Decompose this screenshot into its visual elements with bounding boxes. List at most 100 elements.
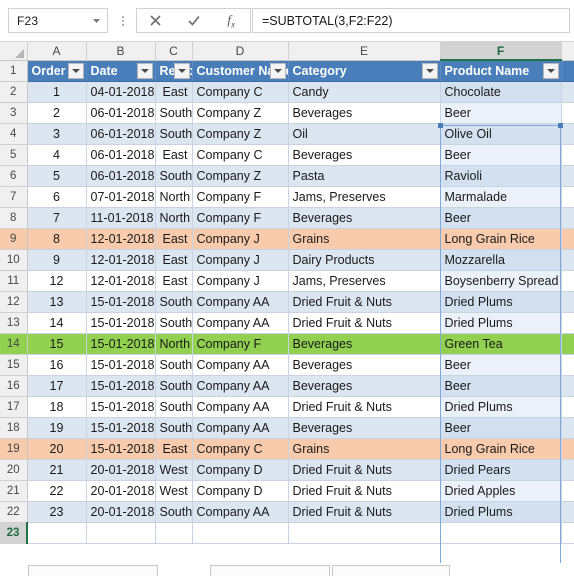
column-header-F[interactable]: F [440,42,562,61]
cell-C6[interactable]: South [155,165,193,187]
cell-F19[interactable]: Long Grain Rice [440,438,562,460]
cell-F21[interactable]: Dried Apples [440,480,562,502]
cell-D3[interactable]: Company Z [192,102,289,124]
cell-F7[interactable]: Marmalade [440,186,562,208]
row-header-13[interactable]: 13 [0,312,28,334]
cell-A15[interactable]: 16 [27,354,87,376]
row-header-20[interactable]: 20 [0,459,28,481]
cell-C23[interactable] [155,522,193,544]
cell-E14[interactable]: Beverages [288,333,441,355]
cell-C4[interactable]: South [155,123,193,145]
cell-B3[interactable]: 06-01-2018 [86,102,156,124]
cell-A21[interactable]: 22 [27,480,87,502]
cell-C2[interactable]: East [155,81,193,103]
cell-C16[interactable]: South [155,375,193,397]
cell-F20[interactable]: Dried Pears [440,459,562,481]
table-row[interactable]: 20 21 20-01-2018 West Company D Dried Fruit &… [0,459,574,481]
row-header-3[interactable]: 3 [0,102,28,124]
cell-A3[interactable]: 2 [27,102,87,124]
filter-button-region[interactable] [173,62,190,79]
cell-A8[interactable]: 7 [27,207,87,229]
cell-F15[interactable]: Beer [440,354,562,376]
cell-B7[interactable]: 07-01-2018 [86,186,156,208]
filter-button-customer-name[interactable] [269,62,286,79]
name-box[interactable]: F23 [8,8,108,33]
cell-F14[interactable]: Green Tea [440,333,562,355]
cell-D10[interactable]: Company J [192,249,289,271]
cell-B22[interactable]: 20-01-2018 [86,501,156,523]
table-row[interactable]: 19 20 15-01-2018 East Company C Grains Long Gr… [0,438,574,460]
row-header-9[interactable]: 9 [0,228,28,250]
table-row[interactable]: 5 4 06-01-2018 East Company C Beverages Beer [0,144,574,166]
cell-D20[interactable]: Company D [192,459,289,481]
cancel-button[interactable] [137,9,175,32]
column-header-D[interactable]: D [192,42,289,61]
column-header-A[interactable]: A [27,42,87,61]
table-row[interactable]: 9 8 12-01-2018 East Company J Grains Long Grai… [0,228,574,250]
chevron-down-icon[interactable] [89,9,103,32]
filter-button-date[interactable] [136,62,153,79]
cell-A19[interactable]: 20 [27,438,87,460]
row-header-10[interactable]: 10 [0,249,28,271]
cell-A20[interactable]: 21 [27,459,87,481]
cell-B4[interactable]: 06-01-2018 [86,123,156,145]
cell-A16[interactable]: 17 [27,375,87,397]
table-row[interactable]: 3 2 06-01-2018 South Company Z Beverages Beer [0,102,574,124]
cell-A4[interactable]: 3 [27,123,87,145]
more-vertical-icon[interactable] [119,13,127,29]
cell-D18[interactable]: Company AA [192,417,289,439]
cell-F13[interactable]: Dried Plums [440,312,562,334]
cell-F16[interactable]: Beer [440,375,562,397]
cell-E7[interactable]: Jams, Preserves [288,186,441,208]
cell-D6[interactable]: Company Z [192,165,289,187]
table-row[interactable]: 21 22 20-01-2018 West Company D Dried Fruit &… [0,480,574,502]
row-header-7[interactable]: 7 [0,186,28,208]
cell-C18[interactable]: South [155,417,193,439]
column-header-E[interactable]: E [288,42,441,61]
cell-F18[interactable]: Beer [440,417,562,439]
cell-C22[interactable]: South [155,501,193,523]
worksheet-grid[interactable]: A B C D E F 1 Order Date Region Custom [0,42,574,576]
sheet-tab-1[interactable] [28,565,158,576]
row-header-16[interactable]: 16 [0,375,28,397]
cell-E4[interactable]: Oil [288,123,441,145]
row-header-6[interactable]: 6 [0,165,28,187]
cell-E3[interactable]: Beverages [288,102,441,124]
filter-button-product-name[interactable] [542,63,559,79]
cell-F11[interactable]: Boysenberry Spread [440,270,562,292]
cell-E9[interactable]: Grains [288,228,441,250]
cell-C12[interactable]: South [155,291,193,313]
table-header-date[interactable]: Date [86,60,156,82]
select-all-corner[interactable] [0,42,28,61]
cell-A10[interactable]: 9 [27,249,87,271]
cell-C14[interactable]: North [155,333,193,355]
cell-E16[interactable]: Beverages [288,375,441,397]
cell-C7[interactable]: North [155,186,193,208]
insert-function-button[interactable]: fx [212,9,250,32]
cell-D5[interactable]: Company C [192,144,289,166]
row-header-2[interactable]: 2 [0,81,28,103]
row-header-5[interactable]: 5 [0,144,28,166]
row-header-4[interactable]: 4 [0,123,28,145]
cell-F6[interactable]: Ravioli [440,165,562,187]
cell-E5[interactable]: Beverages [288,144,441,166]
column-header-C[interactable]: C [155,42,193,61]
cell-C11[interactable]: East [155,270,193,292]
cell-F3[interactable]: Beer [440,102,562,124]
cell-B10[interactable]: 12-01-2018 [86,249,156,271]
table-header-customer-name[interactable]: Customer Name [192,60,289,82]
cell-B15[interactable]: 15-01-2018 [86,354,156,376]
cell-E11[interactable]: Jams, Preserves [288,270,441,292]
row-header-18[interactable]: 18 [0,417,28,439]
table-row[interactable]: 22 23 20-01-2018 South Company AA Dried Fruit… [0,501,574,523]
cell-B19[interactable]: 15-01-2018 [86,438,156,460]
cell-A14[interactable]: 15 [27,333,87,355]
cell-E21[interactable]: Dried Fruit & Nuts [288,480,441,502]
cell-D17[interactable]: Company AA [192,396,289,418]
table-row[interactable]: 8 7 11-01-2018 North Company F Beverages Beer [0,207,574,229]
sheet-tabs-strip[interactable] [0,563,574,576]
cell-D4[interactable]: Company Z [192,123,289,145]
row-header-15[interactable]: 15 [0,354,28,376]
cell-F2[interactable]: Chocolate [440,81,562,103]
cell-F5[interactable]: Beer [440,144,562,166]
